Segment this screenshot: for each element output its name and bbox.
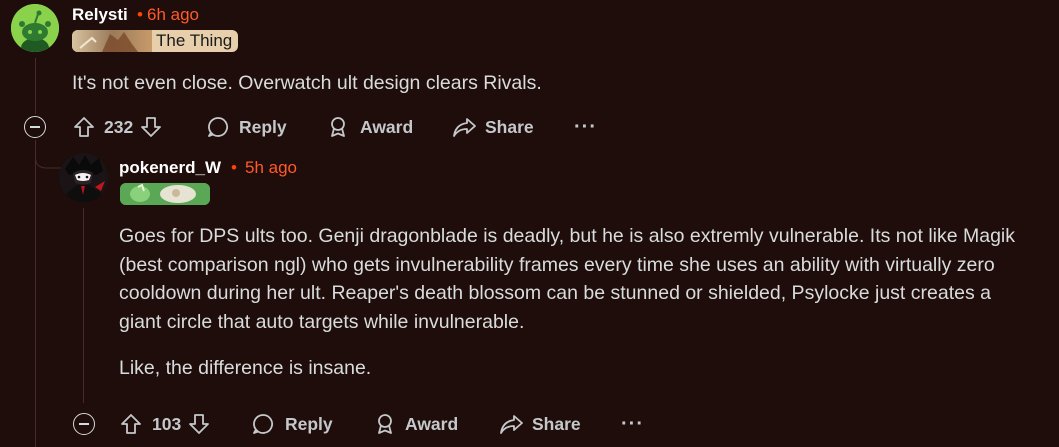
comment-timestamp[interactable]: 5h ago: [245, 158, 297, 178]
reply-label: Reply: [285, 413, 333, 434]
vote-count: 103: [152, 413, 182, 434]
comment-username[interactable]: pokenerd_W: [119, 158, 221, 178]
award-button[interactable]: Award: [373, 409, 458, 439]
award-button[interactable]: Award: [326, 112, 413, 142]
share-button[interactable]: Share: [452, 112, 534, 142]
more-options-button[interactable]: ···: [621, 409, 644, 439]
downvote-icon[interactable]: [139, 115, 163, 139]
user-avatar-image-icon: [59, 153, 108, 202]
comment-timestamp[interactable]: 6h ago: [147, 5, 199, 25]
thread-line-main-lower: [35, 140, 36, 447]
thread-line-reply: [83, 208, 84, 403]
upvote-icon[interactable]: [119, 412, 143, 436]
vote-controls: 103: [119, 409, 211, 439]
snoo-avatar-icon: [11, 4, 59, 52]
avatar[interactable]: [59, 153, 108, 202]
downvote-icon[interactable]: [187, 412, 211, 436]
flair-image-icon: [72, 30, 152, 52]
flair-image-icon: [120, 183, 210, 205]
more-options-button[interactable]: ···: [574, 112, 597, 142]
thread-line-main: [35, 58, 36, 114]
reply-button[interactable]: Reply: [206, 112, 287, 142]
comment-actions: 232 Reply Award Share ···: [24, 112, 624, 142]
comment-body: It's not even close. Overwatch ult desig…: [72, 72, 542, 94]
award-icon: [331, 117, 345, 137]
vote-controls: 232: [72, 112, 163, 142]
comment-paragraph: Goes for DPS ults too. Genji dragonblade…: [119, 225, 1016, 333]
user-flair: [120, 183, 210, 205]
share-icon: [453, 118, 476, 137]
share-button[interactable]: Share: [499, 409, 581, 439]
comment-bubble-icon: [208, 117, 229, 137]
separator-dot: •: [137, 5, 143, 24]
comment-body: Goes for DPS ults too. Genji dragonblade…: [119, 222, 1029, 383]
comment-paragraph: Like, the difference is insane.: [119, 357, 372, 379]
comment-actions: 103 Reply Award Share ···: [73, 409, 673, 439]
comment-bubble-icon: [253, 414, 274, 434]
collapse-thread-button[interactable]: [73, 413, 95, 435]
separator-dot: •: [231, 158, 237, 177]
upvote-icon[interactable]: [72, 115, 96, 139]
award-icon: [378, 414, 392, 434]
share-label: Share: [532, 413, 581, 434]
comment-username[interactable]: Relysti: [72, 5, 128, 25]
flair-text: The Thing: [156, 31, 233, 50]
vote-count: 232: [104, 116, 134, 137]
avatar[interactable]: [11, 4, 59, 52]
user-flair: The Thing: [72, 30, 239, 52]
share-icon: [500, 415, 523, 434]
reply-label: Reply: [239, 116, 287, 137]
reply-button[interactable]: Reply: [251, 409, 333, 439]
share-label: Share: [485, 116, 534, 137]
award-label: Award: [360, 116, 414, 137]
award-label: Award: [405, 413, 459, 434]
collapse-thread-button[interactable]: [24, 116, 46, 138]
